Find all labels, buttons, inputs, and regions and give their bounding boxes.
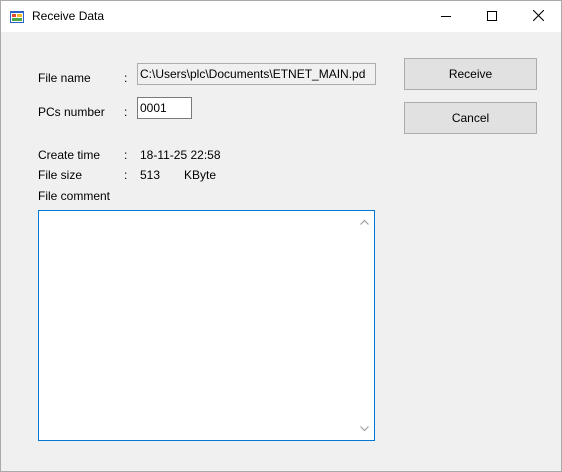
pcs-number-colon: : [124,105,128,119]
app-icon[interactable] [9,9,25,25]
pcs-number-label: PCs number [38,105,105,119]
receive-data-window: Receive Data File name : PCs number : Cr… [0,0,562,472]
create-time-label: Create time [38,148,101,162]
file-size-colon: : [124,168,128,182]
file-name-colon: : [124,71,128,85]
file-name-field[interactable] [137,63,376,85]
scroll-up-icon[interactable] [359,217,370,228]
comment-scrollbar[interactable] [356,212,373,439]
close-button[interactable] [515,1,561,32]
receive-button[interactable]: Receive [404,58,537,90]
close-icon [532,9,544,24]
file-comment-label: File comment [38,189,111,203]
scroll-down-icon[interactable] [359,423,370,434]
maximize-button[interactable] [469,1,515,32]
minimize-button[interactable] [423,1,469,32]
dialog-content: File name : PCs number : Create time : 1… [1,32,561,471]
minimize-icon [441,10,451,24]
file-comment-textarea[interactable] [38,210,375,441]
file-size-unit: KByte [184,168,217,182]
cancel-button[interactable]: Cancel [404,102,537,134]
pcs-number-field[interactable] [137,97,192,119]
create-time-value: 18-11-25 22:58 [140,148,221,162]
window-title: Receive Data [32,9,105,23]
file-size-label: File size [38,168,83,182]
title-bar: Receive Data [1,1,561,32]
create-time-colon: : [124,148,128,162]
file-size-value: 513 [140,168,161,182]
maximize-icon [487,10,497,24]
file-name-label: File name [38,71,91,85]
